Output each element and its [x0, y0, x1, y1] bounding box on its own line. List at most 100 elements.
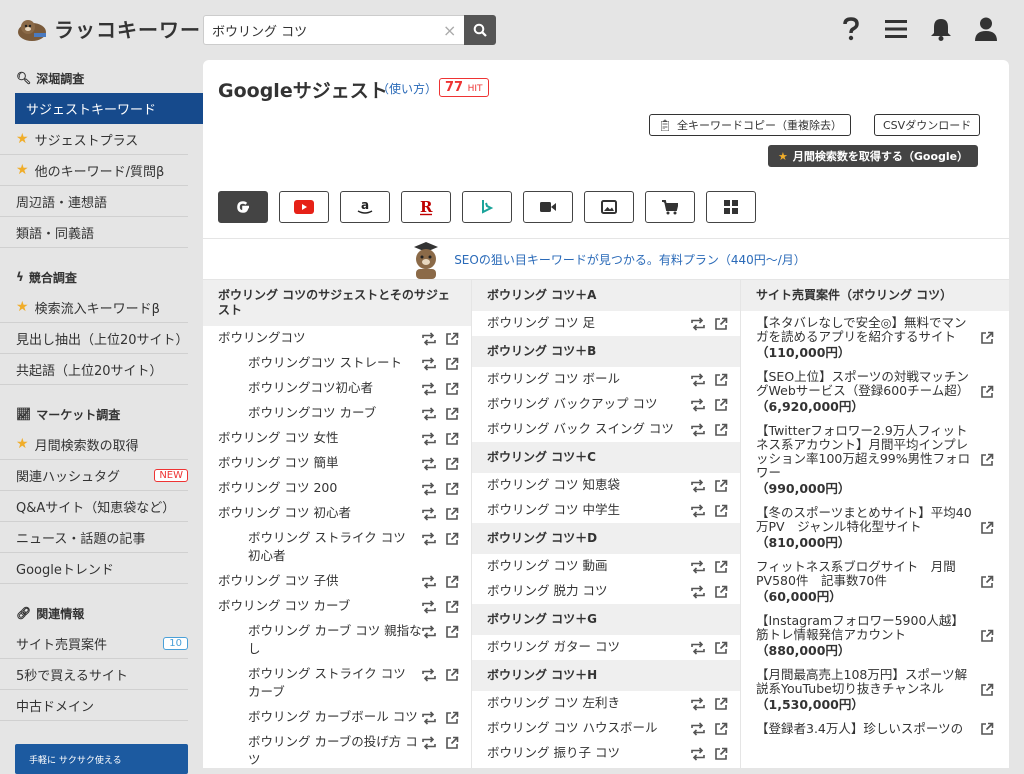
repeat-search-icon[interactable]	[422, 668, 436, 682]
keyword-text[interactable]: ボウリング ガター コツ	[487, 638, 691, 656]
sidebar-item-suggest-keyword[interactable]: サジェストキーワード	[15, 93, 203, 124]
keyword-row[interactable]: ボウリング コツ ボール	[472, 367, 740, 392]
keyword-text[interactable]: ボウリング コツ 初心者	[218, 504, 422, 522]
keyword-row[interactable]: ボウリング コツ ハウスボール	[472, 716, 740, 741]
keyword-text[interactable]: ボウリング カーブ コツ 親指なし	[248, 622, 422, 658]
external-link-icon[interactable]	[980, 575, 994, 589]
keyword-row[interactable]: ボウリング ストライク コツ カーブ	[203, 662, 471, 705]
keyword-text[interactable]: ボウリング ストライク コツ 初心者	[248, 529, 422, 565]
keyword-row[interactable]: ボウリング コツ 知恵袋	[472, 473, 740, 498]
copy-all-button[interactable]: 📋︎ 全キーワードコピー（重複除去）	[649, 114, 851, 136]
site-sale-item[interactable]: 【冬のスポーツまとめサイト】平均40万PV ジャンル特化型サイト （810,000…	[741, 501, 1009, 555]
external-link-icon[interactable]	[445, 357, 459, 371]
external-link-icon[interactable]	[714, 697, 728, 711]
external-link-icon[interactable]	[980, 331, 994, 345]
site-sale-item[interactable]: 【Instagramフォロワー5900人越】筋トレ情報発信アカウント （880,0…	[741, 609, 1009, 663]
external-link-icon[interactable]	[980, 683, 994, 697]
keyword-text[interactable]: ボウリング カーブボール コツ	[248, 708, 422, 726]
sale-title[interactable]: 【冬のスポーツまとめサイト】平均40万PV ジャンル特化型サイト （810,000…	[756, 506, 974, 550]
repeat-search-icon[interactable]	[691, 479, 705, 493]
external-link-icon[interactable]	[714, 373, 728, 387]
sidebar-item-cooccurrence[interactable]: 共起語（上位20サイト）	[0, 354, 188, 385]
keyword-row[interactable]: ボウリング コツ 動画	[472, 554, 740, 579]
keyword-row[interactable]: ボウリング カーブ コツ 親指なし	[203, 619, 471, 662]
keyword-text[interactable]: ボウリング コツ 中学生	[487, 501, 691, 519]
repeat-search-icon[interactable]	[422, 457, 436, 471]
keyword-text[interactable]: ボウリングコツ	[218, 329, 422, 347]
external-link-icon[interactable]	[714, 747, 728, 761]
keyword-text[interactable]: ボウリング コツ カーブ	[218, 597, 422, 615]
external-link-icon[interactable]	[714, 479, 728, 493]
keyword-row[interactable]: ボウリング ストライク コツ 初心者	[203, 526, 471, 569]
keyword-row[interactable]: ボウリング カーブの投げ方 コツ	[203, 730, 471, 768]
repeat-search-icon[interactable]	[422, 575, 436, 589]
keyword-row[interactable]: ボウリング バックアップ コツ	[472, 392, 740, 417]
repeat-search-icon[interactable]	[691, 423, 705, 437]
sidebar-item-suggest-plus[interactable]: ★ サジェストプラス	[0, 124, 188, 155]
external-link-icon[interactable]	[445, 482, 459, 496]
keyword-text[interactable]: ボウリング コツ ハウスボール	[487, 719, 691, 737]
repeat-search-icon[interactable]	[422, 432, 436, 446]
keyword-row[interactable]: ボウリングコツ初心者	[203, 376, 471, 401]
external-link-icon[interactable]	[714, 641, 728, 655]
repeat-search-icon[interactable]	[691, 504, 705, 518]
repeat-search-icon[interactable]	[422, 482, 436, 496]
howto-link[interactable]: （使い方）	[377, 80, 437, 97]
repeat-search-icon[interactable]	[422, 736, 436, 750]
site-sale-item[interactable]: 【Twitterフォロワー2.9万人フィットネス系アカウント】月間平均インプレッ…	[741, 419, 1009, 501]
keyword-text[interactable]: ボウリング コツ 動画	[487, 557, 691, 575]
keyword-row[interactable]: ボウリング バック スイング コツ	[472, 417, 740, 442]
tab-youtube[interactable]	[279, 191, 329, 223]
keyword-text[interactable]: ボウリング コツ 左利き	[487, 694, 691, 712]
keyword-text[interactable]: ボウリング コツ 200	[218, 479, 422, 497]
repeat-search-icon[interactable]	[691, 641, 705, 655]
repeat-search-icon[interactable]	[422, 332, 436, 346]
sidebar-item-headings[interactable]: 見出し抽出（上位20サイト）	[0, 323, 189, 354]
keyword-row[interactable]: ボウリング コツ 200	[203, 476, 471, 501]
sidebar-item-used-domain[interactable]: 中古ドメイン	[0, 690, 188, 721]
external-link-icon[interactable]	[714, 585, 728, 599]
repeat-search-icon[interactable]	[691, 373, 705, 387]
tab-rakuten[interactable]: R	[401, 191, 451, 223]
sidebar-item-other-keywords[interactable]: ★ 他のキーワード/質問β	[0, 155, 188, 186]
keyword-text[interactable]: ボウリングコツ初心者	[248, 379, 422, 397]
external-link-icon[interactable]	[714, 423, 728, 437]
sidebar-item-qa[interactable]: Q&Aサイト（知恵袋など）	[0, 491, 188, 522]
external-link-icon[interactable]	[445, 575, 459, 589]
sidebar-item-monthly-volume[interactable]: ★ 月間検索数の取得	[0, 429, 188, 460]
keyword-text[interactable]: ボウリング コツ 女性	[218, 429, 422, 447]
keyword-row[interactable]: ボウリング カーブボール コツ	[203, 705, 471, 730]
sidebar-item-inflow-keywords[interactable]: ★ 検索流入キーワードβ	[0, 292, 188, 323]
paid-plan-promo[interactable]: SEOの狙い目キーワードが見つかる。有料プラン（440円〜/月）	[203, 238, 1009, 280]
keyword-text[interactable]: ボウリング コツ 足	[487, 314, 691, 332]
keyword-row[interactable]: ボウリング ガター コツ	[472, 635, 740, 660]
keyword-text[interactable]: ボウリング コツ 簡単	[218, 454, 422, 472]
keyword-row[interactable]: ボウリング コツ 左利き	[472, 691, 740, 716]
keyword-row[interactable]: ボウリング コツ 初心者	[203, 501, 471, 526]
tab-bing[interactable]	[462, 191, 512, 223]
tab-image[interactable]	[584, 191, 634, 223]
tab-video[interactable]	[523, 191, 573, 223]
keyword-text[interactable]: ボウリング 脱力 コツ	[487, 582, 691, 600]
repeat-search-icon[interactable]	[691, 317, 705, 331]
tab-apps[interactable]	[706, 191, 756, 223]
repeat-search-icon[interactable]	[422, 625, 436, 639]
keyword-text[interactable]: ボウリングコツ ストレート	[248, 354, 422, 372]
repeat-search-icon[interactable]	[691, 560, 705, 574]
external-link-icon[interactable]	[445, 625, 459, 639]
keyword-row[interactable]: ボウリングコツ カーブ	[203, 401, 471, 426]
repeat-search-icon[interactable]	[422, 532, 436, 546]
external-link-icon[interactable]	[714, 504, 728, 518]
help-icon[interactable]	[839, 17, 863, 41]
sale-title[interactable]: フィットネス系ブログサイト 月間PV580件 記事数70件 （60,000円）	[756, 560, 974, 604]
user-icon[interactable]	[974, 17, 998, 41]
tab-amazon[interactable]: a	[340, 191, 390, 223]
sidebar-item-related-words[interactable]: 周辺語・連想語	[0, 186, 188, 217]
external-link-icon[interactable]	[445, 432, 459, 446]
repeat-search-icon[interactable]	[422, 382, 436, 396]
tab-shopping[interactable]	[645, 191, 695, 223]
sidebar-item-hashtags[interactable]: 関連ハッシュタグ NEW	[0, 460, 188, 491]
sale-title[interactable]: 【月間最高売上108万円】スポーツ解説系YouTube切り抜きチャンネル （1,5…	[756, 668, 974, 712]
external-link-icon[interactable]	[445, 507, 459, 521]
external-link-icon[interactable]	[445, 600, 459, 614]
